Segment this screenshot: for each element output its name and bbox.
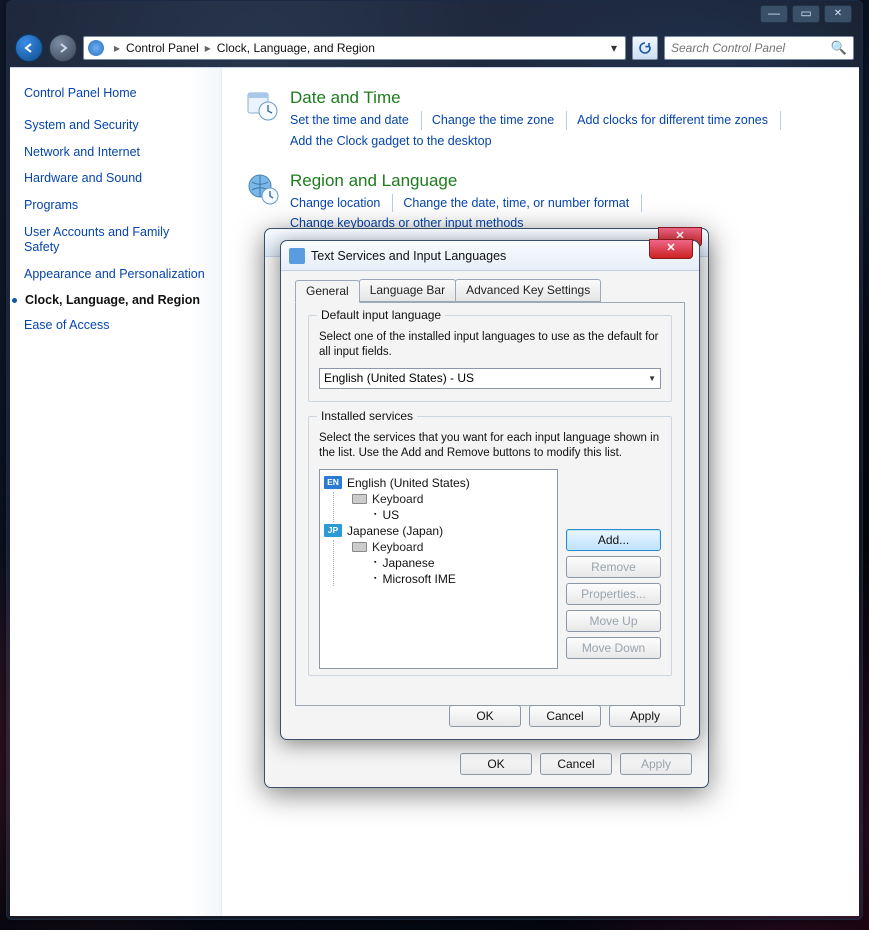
chevron-right-icon: ▸ [108,41,126,55]
globe-clock-icon [246,171,280,207]
add-button[interactable]: Add... [566,529,661,551]
chevron-right-icon: ▸ [199,41,217,55]
sidebar: Control Panel Home System and Security N… [10,68,222,916]
link-add-clock-gadget[interactable]: Add the Clock gadget to the desktop [290,132,504,151]
tree-label: Keyboard [372,492,423,506]
dialog-title: Text Services and Input Languages [311,249,506,263]
tree-label: Japanese [382,556,434,570]
sidebar-item-hardware-sound[interactable]: Hardware and Sound [24,171,207,187]
dialog-titlebar[interactable]: Text Services and Input Languages ✕ [281,241,699,271]
sidebar-item-programs[interactable]: Programs [24,198,207,214]
group-legend: Installed services [317,409,417,423]
move-down-button[interactable]: Move Down [566,637,661,659]
region-language-heading[interactable]: Region and Language [290,171,835,191]
sidebar-item-network-internet[interactable]: Network and Internet [24,145,207,161]
date-time-heading[interactable]: Date and Time [290,88,835,108]
tree-label: Microsoft IME [382,572,455,586]
category-region-language: Region and Language Change location Chan… [246,171,835,236]
tree-item-english[interactable]: EN English (United States) [324,476,553,490]
tab-advanced-key-settings[interactable]: Advanced Key Settings [455,279,601,302]
tree-item-microsoft-ime[interactable]: Microsoft IME [374,572,553,586]
move-up-button[interactable]: Move Up [566,610,661,632]
outer-dialog-buttons: OK Cancel Apply [460,753,692,775]
keyboard-icon [352,542,367,552]
category-date-time: Date and Time Set the time and date Chan… [246,88,835,153]
back-button[interactable] [15,34,43,62]
tree-item-keyboard[interactable]: Keyboard [352,492,553,506]
search-input[interactable] [671,41,831,55]
tab-panel-general: Default input language Select one of the… [295,302,685,706]
installed-services-tree[interactable]: EN English (United States) Keyboard US J… [319,469,558,669]
link-change-time-zone[interactable]: Change the time zone [432,111,567,130]
text-services-dialog: Text Services and Input Languages ✕ Gene… [280,240,700,740]
tree-label: Keyboard [372,540,423,554]
sidebar-item-appearance[interactable]: Appearance and Personalization [24,267,207,283]
breadcrumb-control-panel[interactable]: Control Panel [126,41,199,55]
chevron-down-icon: ▼ [648,374,656,383]
clock-calendar-icon [246,88,280,124]
group-description: Select one of the installed input langua… [319,330,661,360]
link-change-location[interactable]: Change location [290,194,393,213]
tree-item-keyboard[interactable]: Keyboard [352,540,553,554]
window-caption-buttons: — ▭ ✕ [760,5,852,23]
properties-button[interactable]: Properties... [566,583,661,605]
en-badge-icon: EN [324,476,342,489]
dialog-buttons: OK Cancel Apply [449,705,681,727]
outer-apply-button[interactable]: Apply [620,753,692,775]
dialog-close-button[interactable]: ✕ [649,239,693,259]
keyboard-icon [352,494,367,504]
link-add-clocks[interactable]: Add clocks for different time zones [577,111,781,130]
input-languages-icon [289,248,305,264]
minimize-button[interactable]: — [760,5,788,23]
forward-button[interactable] [49,34,77,62]
tree-label: Japanese (Japan) [347,524,443,538]
outer-ok-button[interactable]: OK [460,753,532,775]
cancel-button[interactable]: Cancel [529,705,601,727]
sidebar-item-user-accounts[interactable]: User Accounts and Family Safety [24,225,207,256]
search-box[interactable]: 🔍 [664,36,854,60]
search-icon: 🔍 [831,40,847,56]
control-panel-home-link[interactable]: Control Panel Home [24,86,207,100]
installed-services-group: Installed services Select the services t… [308,416,672,676]
sidebar-item-system-security[interactable]: System and Security [24,118,207,134]
group-description: Select the services that you want for ea… [319,431,661,461]
ok-button[interactable]: OK [449,705,521,727]
breadcrumb-clock-language-region[interactable]: Clock, Language, and Region [217,41,375,55]
refresh-button[interactable] [632,36,658,60]
sidebar-item-clock-language-region[interactable]: Clock, Language, and Region [24,293,207,307]
maximize-button[interactable]: ▭ [792,5,820,23]
remove-button[interactable]: Remove [566,556,661,578]
breadcrumb-dropdown-icon[interactable]: ▾ [607,41,621,55]
tree-item-japanese-layout[interactable]: Japanese [374,556,553,570]
tree-label: US [382,508,399,522]
tree-item-japanese[interactable]: JP Japanese (Japan) [324,524,553,538]
services-button-column: Add... Remove Properties... Move Up Move… [566,469,661,669]
tab-strip: General Language Bar Advanced Key Settin… [295,279,685,302]
control-panel-icon [88,40,104,56]
sidebar-item-label: Clock, Language, and Region [25,293,200,307]
outer-cancel-button[interactable]: Cancel [540,753,612,775]
link-change-formats[interactable]: Change the date, time, or number format [403,194,642,213]
window-close-button[interactable]: ✕ [824,5,852,23]
group-legend: Default input language [317,308,445,322]
link-set-time-date[interactable]: Set the time and date [290,111,422,130]
tree-label: English (United States) [347,476,470,490]
tab-general[interactable]: General [295,280,360,303]
combo-selected-value: English (United States) - US [324,371,474,385]
jp-badge-icon: JP [324,524,342,537]
address-bar-row: ▸ Control Panel ▸ Clock, Language, and R… [15,33,854,63]
tab-language-bar[interactable]: Language Bar [359,279,456,302]
default-language-combo[interactable]: English (United States) - US ▼ [319,368,661,389]
breadcrumb[interactable]: ▸ Control Panel ▸ Clock, Language, and R… [83,36,626,60]
default-input-language-group: Default input language Select one of the… [308,315,672,402]
sidebar-item-ease-of-access[interactable]: Ease of Access [24,318,207,334]
tree-item-us-layout[interactable]: US [374,508,553,522]
apply-button[interactable]: Apply [609,705,681,727]
